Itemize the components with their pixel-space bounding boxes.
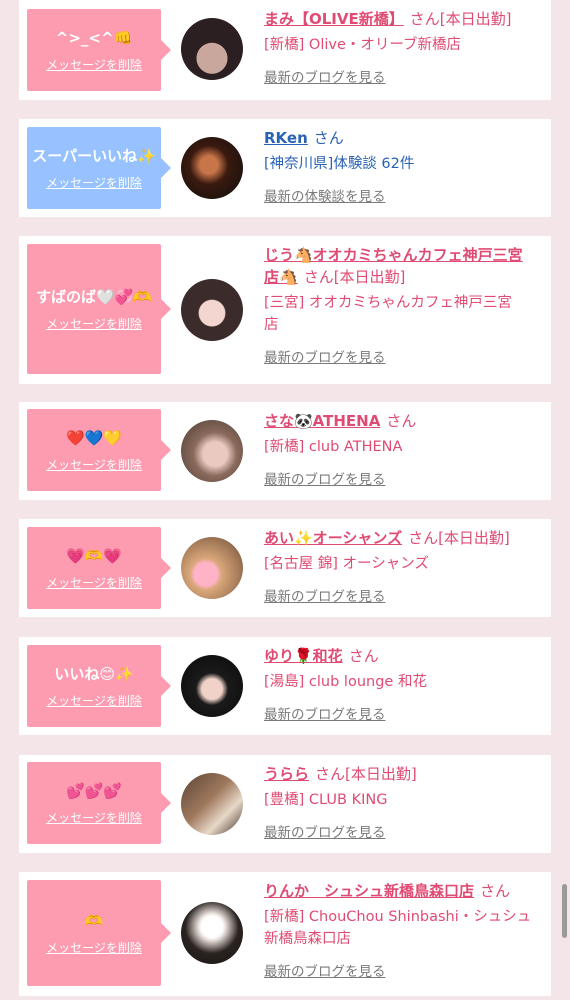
message-text: スーパーいいね✨	[32, 146, 156, 165]
delete-message-link[interactable]: メッセージを削除	[46, 456, 142, 473]
shop-info-line2: 新橋鳥森口店	[264, 931, 351, 947]
avatar[interactable]	[181, 420, 243, 482]
shop-info-line1: [三宮] オオカミちゃんカフェ神戸三宮	[264, 295, 512, 311]
name-suffix: さん[本日出勤]	[409, 10, 512, 28]
profile-name-link[interactable]: さな🐼ATHENA	[264, 412, 380, 430]
message-text: いいね😊✨	[54, 664, 134, 683]
latest-review-link[interactable]: 最新の体験談を見る	[264, 185, 386, 205]
latest-blog-link[interactable]: 最新のブログを見る	[264, 703, 386, 723]
profile-name-link[interactable]: うらら	[264, 765, 309, 783]
shop-info: [新橋] Olive・オリーブ新橋店	[264, 37, 462, 53]
name-suffix: さん[本日出勤]	[303, 268, 406, 286]
shop-info: [神奈川県]体験談 62件	[264, 156, 415, 172]
message-card: すばのば🤍💞🫶 メッセージを削除 じう🐴オオカミちゃんカフェ神戸三宮 店🐴 さん[…	[19, 236, 551, 384]
message-bubble: 💗🫶💗 メッセージを削除	[27, 527, 171, 609]
profile-name-link[interactable]: RKen	[264, 129, 308, 147]
message-text: 💕💕💕	[65, 781, 123, 800]
name-suffix: さん[本日出勤]	[408, 529, 510, 547]
message-bubble: スーパーいいね✨ メッセージを削除	[27, 127, 171, 209]
name-suffix: さん	[386, 412, 417, 430]
delete-message-link[interactable]: メッセージを削除	[46, 692, 142, 709]
avatar[interactable]	[181, 18, 243, 80]
delete-message-link[interactable]: メッセージを削除	[46, 574, 142, 591]
message-text: 💗🫶💗	[65, 546, 123, 565]
message-bubble: ❤️💙💛 メッセージを削除	[27, 409, 171, 491]
avatar[interactable]	[181, 655, 243, 717]
name-suffix: さん	[313, 129, 344, 147]
message-card: いいね😊✨ メッセージを削除 ゆり🌹和花 さん [湯島] club lounge …	[19, 637, 551, 735]
delete-message-link[interactable]: メッセージを削除	[46, 939, 142, 956]
message-text: ❤️💙💛	[65, 428, 123, 447]
avatar[interactable]	[181, 537, 243, 599]
profile-name-link[interactable]: りんか シュシュ新橋鳥森口店	[264, 882, 474, 900]
message-card: 💕💕💕 メッセージを削除 うらら さん[本日出勤] [豊橋] CLUB KING …	[19, 755, 551, 853]
message-text: ^>_<^👊	[55, 28, 133, 47]
delete-message-link[interactable]: メッセージを削除	[46, 809, 142, 826]
profile-name-link[interactable]: あい✨オーシャンズ	[264, 529, 402, 547]
shop-info: [湯島] club lounge 和花	[264, 674, 427, 690]
shop-info: [豊橋] CLUB KING	[264, 792, 388, 808]
latest-blog-link[interactable]: 最新のブログを見る	[264, 960, 386, 980]
message-bubble: すばのば🤍💞🫶 メッセージを削除	[27, 244, 171, 374]
avatar[interactable]	[181, 279, 243, 341]
shop-info: [名古屋 錦] オーシャンズ	[264, 556, 429, 572]
profile-name-link[interactable]: まみ【OLIVE新橋】	[264, 10, 404, 28]
profile-name-link[interactable]: ゆり🌹和花	[264, 647, 343, 665]
name-suffix: さん	[348, 647, 379, 665]
latest-blog-link[interactable]: 最新のブログを見る	[264, 585, 386, 605]
profile-name-link[interactable]: じう🐴オオカミちゃんカフェ神戸三宮	[264, 246, 523, 264]
delete-message-link[interactable]: メッセージを削除	[46, 56, 142, 73]
message-bubble: ^>_<^👊 メッセージを削除	[27, 9, 171, 91]
message-card: 💗🫶💗 メッセージを削除 あい✨オーシャンズ さん[本日出勤] [名古屋 錦] オ…	[19, 519, 551, 617]
profile-name-link-cont[interactable]: 店🐴	[264, 268, 298, 286]
message-card: ^>_<^👊 メッセージを削除 まみ【OLIVE新橋】 さん[本日出勤] [新橋]…	[19, 0, 551, 100]
avatar[interactable]	[181, 902, 243, 964]
message-bubble: 💕💕💕 メッセージを削除	[27, 762, 171, 844]
message-card: ❤️💙💛 メッセージを削除 さな🐼ATHENA さん [新橋] club ATHE…	[19, 402, 551, 500]
shop-info-line2: 店	[264, 317, 279, 333]
message-card: 🫶 メッセージを削除 りんか シュシュ新橋鳥森口店 さん [新橋] ChouCho…	[19, 872, 551, 996]
latest-blog-link[interactable]: 最新のブログを見る	[264, 346, 386, 366]
name-suffix: さん[本日出勤]	[315, 765, 417, 783]
avatar[interactable]	[181, 773, 243, 835]
latest-blog-link[interactable]: 最新のブログを見る	[264, 821, 386, 841]
name-suffix: さん	[480, 882, 511, 900]
message-text: 🫶	[84, 911, 104, 930]
message-bubble: 🫶 メッセージを削除	[27, 880, 171, 986]
avatar[interactable]	[181, 137, 243, 199]
shop-info: [新橋] ChouChou Shinbashi・シュシュ 新橋鳥森口店	[264, 906, 546, 950]
shop-info: [新橋] club ATHENA	[264, 439, 403, 455]
message-bubble: いいね😊✨ メッセージを削除	[27, 645, 171, 727]
shop-info: [三宮] オオカミちゃんカフェ神戸三宮 店	[264, 292, 546, 336]
delete-message-link[interactable]: メッセージを削除	[46, 174, 142, 191]
message-card: スーパーいいね✨ メッセージを削除 RKen さん [神奈川県]体験談 62件 最…	[19, 119, 551, 217]
latest-blog-link[interactable]: 最新のブログを見る	[264, 66, 386, 86]
scrollbar[interactable]	[562, 884, 567, 938]
shop-info-line1: [新橋] ChouChou Shinbashi・シュシュ	[264, 909, 532, 925]
delete-message-link[interactable]: メッセージを削除	[46, 315, 142, 332]
message-text: すばのば🤍💞🫶	[35, 287, 153, 306]
latest-blog-link[interactable]: 最新のブログを見る	[264, 468, 386, 488]
